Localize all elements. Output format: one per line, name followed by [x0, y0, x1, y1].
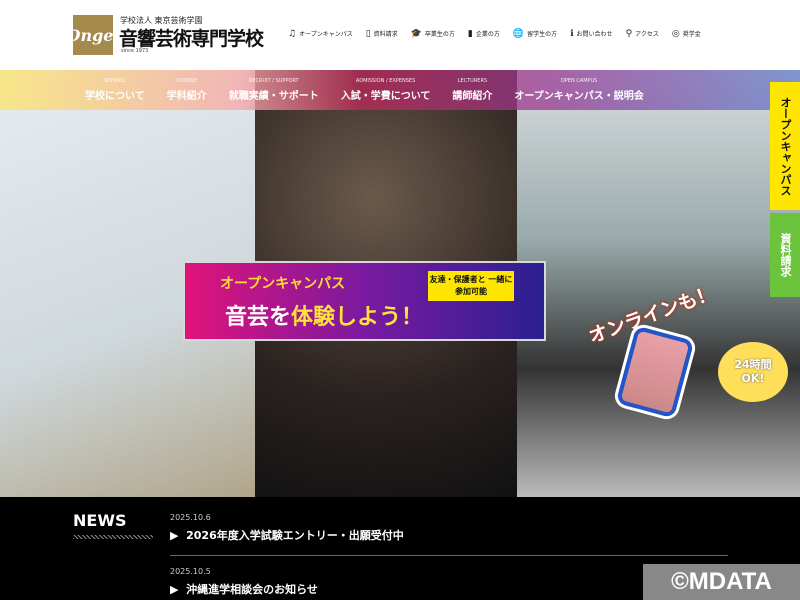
news-title[interactable]: ▶ 2026年度入学試験エントリー・出願受付中: [170, 527, 404, 543]
map-pin-icon: ⚲: [625, 29, 633, 39]
side-tab-request[interactable]: 資料請求: [770, 213, 800, 297]
nav-admission[interactable]: ADMISSION / EXPENSES 入試・学費について: [341, 78, 431, 103]
util-access[interactable]: ⚲ アクセス: [626, 29, 659, 39]
school-logo[interactable]: Ongei: [67, 15, 120, 55]
util-graduates[interactable]: 🎓 卒業生の方: [411, 29, 455, 39]
document-icon: ▯: [365, 29, 371, 39]
news-item[interactable]: 2025.10.5 ▶ 沖縄進学相談会のお知らせ: [170, 567, 318, 597]
banner-open-campus: オープンキャンパス: [220, 276, 346, 292]
nav-open-campus[interactable]: OPEN CAMPUS オープンキャンパス・説明会: [514, 78, 643, 103]
banner-friends-note: 友達・保護者と 一緒に参加可能: [428, 271, 514, 301]
since-label: since 1973: [121, 48, 149, 54]
util-companies[interactable]: ▮ 企業の方: [468, 29, 500, 39]
music-icon: ♫: [288, 29, 297, 39]
util-contact[interactable]: ℹ お問い合わせ: [570, 29, 612, 39]
hero-slideshow[interactable]: SCHOOL 学校について COURSE 学科紹介 RECRUIT / SUPPOR…: [0, 70, 800, 497]
nav-course[interactable]: COURSE 学科紹介: [167, 78, 207, 103]
news-title[interactable]: ▶ 沖縄進学相談会のお知らせ: [170, 581, 318, 597]
nav-recruit[interactable]: RECRUIT / SUPPORT 就職実績・サポート: [229, 78, 319, 103]
nav-school[interactable]: SCHOOL 学校について: [85, 78, 145, 103]
school-name[interactable]: 音響芸術専門学校: [119, 24, 264, 51]
news-date: 2025.10.5: [170, 567, 211, 576]
watermark: ©MDATA: [643, 564, 800, 600]
graduation-cap-icon: 🎓: [410, 29, 422, 39]
utility-nav: ♫ オープンキャンパス ▯ 資料請求 🎓 卒業生の方 ▮ 企業の方 🌐 留学生の方 ℹ お問…: [288, 29, 701, 39]
nav-lecturers[interactable]: LECTURERS 講師紹介: [452, 78, 492, 103]
news-item[interactable]: 2025.10.6 ▶ 2026年度入学試験エントリー・出願受付中: [170, 513, 404, 543]
util-international[interactable]: 🌐 留学生の方: [513, 29, 557, 39]
site-header: Ongei 学校法人 東京芸術学園 音響芸術専門学校 since 1973 ♫ オ…: [0, 0, 800, 70]
hero-photo-studio: [517, 70, 800, 497]
scholarship-icon: ◎: [671, 29, 680, 39]
news-divider: [170, 555, 728, 556]
main-nav: SCHOOL 学校について COURSE 学科紹介 RECRUIT / SUPPOR…: [0, 70, 800, 110]
info-icon: ℹ: [570, 29, 574, 39]
banner-headline: 音芸を体験しよう！: [225, 305, 424, 330]
util-open-campus[interactable]: ♫ オープンキャンパス: [288, 29, 353, 39]
globe-icon: 🌐: [512, 29, 525, 39]
util-request[interactable]: ▯ 資料請求: [366, 29, 398, 39]
news-heading: NEWS: [73, 511, 127, 530]
open-campus-banner[interactable]: オープンキャンパス 音芸を体験しよう！ 友達・保護者と 一緒に参加可能: [183, 261, 546, 341]
news-heading-underline: [73, 535, 153, 539]
building-icon: ▮: [467, 29, 473, 39]
util-scholarship[interactable]: ◎ 奨学金: [672, 29, 701, 39]
side-tab-open-campus[interactable]: オープンキャンパス: [770, 82, 800, 210]
news-date: 2025.10.6: [170, 513, 211, 522]
24h-badge: 24時間 OK!: [718, 342, 788, 402]
